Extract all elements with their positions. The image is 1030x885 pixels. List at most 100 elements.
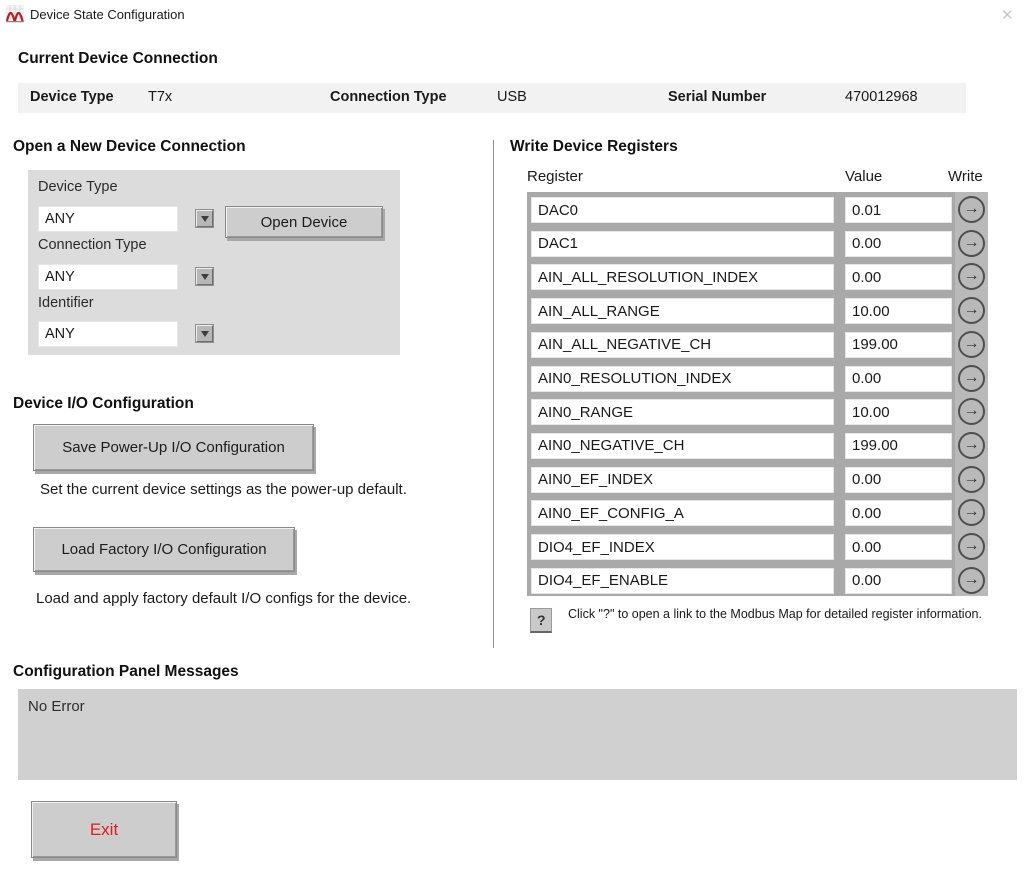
write-register-button[interactable]: →	[958, 263, 985, 290]
arrow-right-icon: →	[964, 336, 980, 352]
register-row: →	[527, 366, 988, 392]
registers-table: → → → → → →	[527, 192, 988, 596]
register-name-input[interactable]	[531, 467, 834, 493]
section-divider	[493, 140, 494, 648]
register-value-input[interactable]	[845, 467, 952, 493]
connection-type-value: USB	[497, 89, 527, 105]
serial-number-label: Serial Number	[668, 89, 766, 105]
register-value-input[interactable]	[845, 433, 952, 459]
write-register-button[interactable]: →	[958, 297, 985, 324]
register-name-input[interactable]	[531, 500, 834, 526]
register-value-input[interactable]	[845, 231, 952, 257]
close-icon[interactable]: ✕	[1001, 6, 1014, 24]
register-row: →	[527, 332, 988, 358]
modbus-help-button[interactable]: ?	[530, 608, 552, 633]
write-register-button[interactable]: →	[958, 499, 985, 526]
new-device-type-label: Device Type	[38, 179, 118, 195]
register-value-input[interactable]	[845, 500, 952, 526]
new-connection-type-label: Connection Type	[38, 237, 147, 253]
register-value-input[interactable]	[845, 534, 952, 560]
register-row: →	[527, 298, 988, 324]
write-register-button[interactable]: →	[958, 398, 985, 425]
arrow-right-icon: →	[964, 437, 980, 453]
arrow-right-icon: →	[964, 268, 980, 284]
app-logo-waveform-icon	[6, 5, 24, 23]
open-connection-panel: Device Type Open Device Connection Type …	[28, 170, 400, 355]
register-value-input[interactable]	[845, 332, 952, 358]
write-register-button[interactable]: →	[958, 365, 985, 392]
current-connection-bar: Device Type T7x Connection Type USB Seri…	[18, 83, 966, 113]
register-value-input[interactable]	[845, 197, 952, 223]
arrow-right-icon: →	[964, 538, 980, 554]
register-value-input[interactable]	[845, 264, 952, 290]
identifier-dropdown-button[interactable]	[196, 325, 213, 342]
arrow-right-icon: →	[964, 201, 980, 217]
write-register-button[interactable]: →	[958, 466, 985, 493]
arrow-right-icon: →	[964, 504, 980, 520]
arrow-right-icon: →	[964, 572, 980, 588]
write-register-button[interactable]: →	[958, 230, 985, 257]
register-value-input[interactable]	[845, 399, 952, 425]
messages-heading: Configuration Panel Messages	[13, 663, 239, 681]
register-name-input[interactable]	[531, 197, 834, 223]
identifier-input[interactable]	[38, 321, 178, 347]
connection-type-dropdown-button[interactable]	[196, 268, 213, 285]
chevron-down-icon	[201, 274, 209, 280]
chevron-down-icon	[201, 216, 209, 222]
device-type-label: Device Type	[30, 89, 114, 105]
chevron-down-icon	[201, 331, 209, 337]
register-name-input[interactable]	[531, 231, 834, 257]
register-row: →	[527, 467, 988, 493]
device-type-dropdown-button[interactable]	[196, 210, 213, 227]
load-config-description: Load and apply factory default I/O confi…	[36, 590, 411, 607]
arrow-right-icon: →	[964, 471, 980, 487]
identifier-label: Identifier	[38, 295, 94, 311]
write-register-button[interactable]: →	[958, 196, 985, 223]
new-connection-type-input[interactable]	[38, 264, 178, 290]
write-column-header: Write	[948, 168, 983, 185]
window-title: Device State Configuration	[30, 7, 185, 22]
register-row: →	[527, 433, 988, 459]
register-name-input[interactable]	[531, 433, 834, 459]
new-device-type-input[interactable]	[38, 206, 178, 232]
exit-button[interactable]: Exit	[31, 801, 177, 858]
register-column-header: Register	[527, 168, 583, 185]
write-register-button[interactable]: →	[958, 533, 985, 560]
arrow-right-icon: →	[964, 302, 980, 318]
device-state-configuration-window: Device State Configuration ✕ Current Dev…	[0, 0, 1030, 885]
register-name-input[interactable]	[531, 264, 834, 290]
register-row: →	[527, 500, 988, 526]
register-value-input[interactable]	[845, 298, 952, 324]
register-name-input[interactable]	[531, 298, 834, 324]
write-register-button[interactable]: →	[958, 331, 985, 358]
register-row: →	[527, 534, 988, 560]
save-config-description: Set the current device settings as the p…	[40, 481, 407, 498]
register-row: →	[527, 197, 988, 223]
value-column-header: Value	[845, 168, 882, 185]
register-row: →	[527, 231, 988, 257]
serial-number-value: 470012968	[845, 89, 918, 105]
register-name-input[interactable]	[531, 399, 834, 425]
load-factory-config-button[interactable]: Load Factory I/O Configuration	[33, 527, 295, 572]
current-connection-heading: Current Device Connection	[18, 50, 218, 68]
device-type-value: T7x	[148, 89, 172, 105]
arrow-right-icon: →	[964, 235, 980, 251]
messages-box: No Error	[18, 689, 1017, 780]
connection-type-label: Connection Type	[330, 89, 447, 105]
write-register-button[interactable]: →	[958, 567, 985, 594]
io-config-heading: Device I/O Configuration	[13, 395, 194, 413]
arrow-right-icon: →	[964, 370, 980, 386]
register-value-input[interactable]	[845, 366, 952, 392]
register-name-input[interactable]	[531, 332, 834, 358]
save-powerup-config-button[interactable]: Save Power-Up I/O Configuration	[33, 424, 314, 471]
register-name-input[interactable]	[531, 568, 834, 594]
register-name-input[interactable]	[531, 534, 834, 560]
arrow-right-icon: →	[964, 403, 980, 419]
register-row: →	[527, 264, 988, 290]
write-register-button[interactable]: →	[958, 432, 985, 459]
open-device-button[interactable]: Open Device	[225, 206, 383, 238]
register-value-input[interactable]	[845, 568, 952, 594]
register-row: →	[527, 399, 988, 425]
register-row: →	[527, 568, 988, 594]
register-name-input[interactable]	[531, 366, 834, 392]
